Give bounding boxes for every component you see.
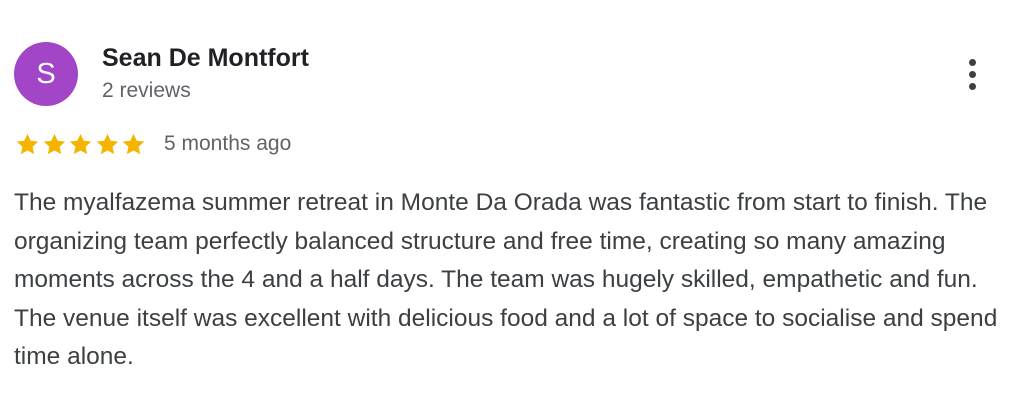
star-icon [69, 133, 92, 154]
avatar-initial: S [36, 57, 56, 90]
star-rating [14, 131, 147, 158]
rating-row: 5 months ago [14, 128, 291, 160]
reviewer-name[interactable]: Sean De Montfort [102, 44, 309, 73]
review-count: 2 reviews [102, 79, 191, 102]
star-icon [122, 133, 145, 154]
more-options-button[interactable] [952, 52, 992, 96]
star-icon [16, 133, 39, 154]
star-icon [96, 133, 118, 154]
review-card: S Sean De Montfort 2 reviews 5 months ag… [0, 0, 1020, 414]
review-time: 5 months ago [164, 132, 292, 155]
avatar[interactable]: S [14, 42, 78, 106]
more-vertical-icon [968, 58, 976, 66]
star-icon [43, 133, 65, 154]
review-text: The myalfazema summer retreat in Monte D… [14, 189, 998, 370]
